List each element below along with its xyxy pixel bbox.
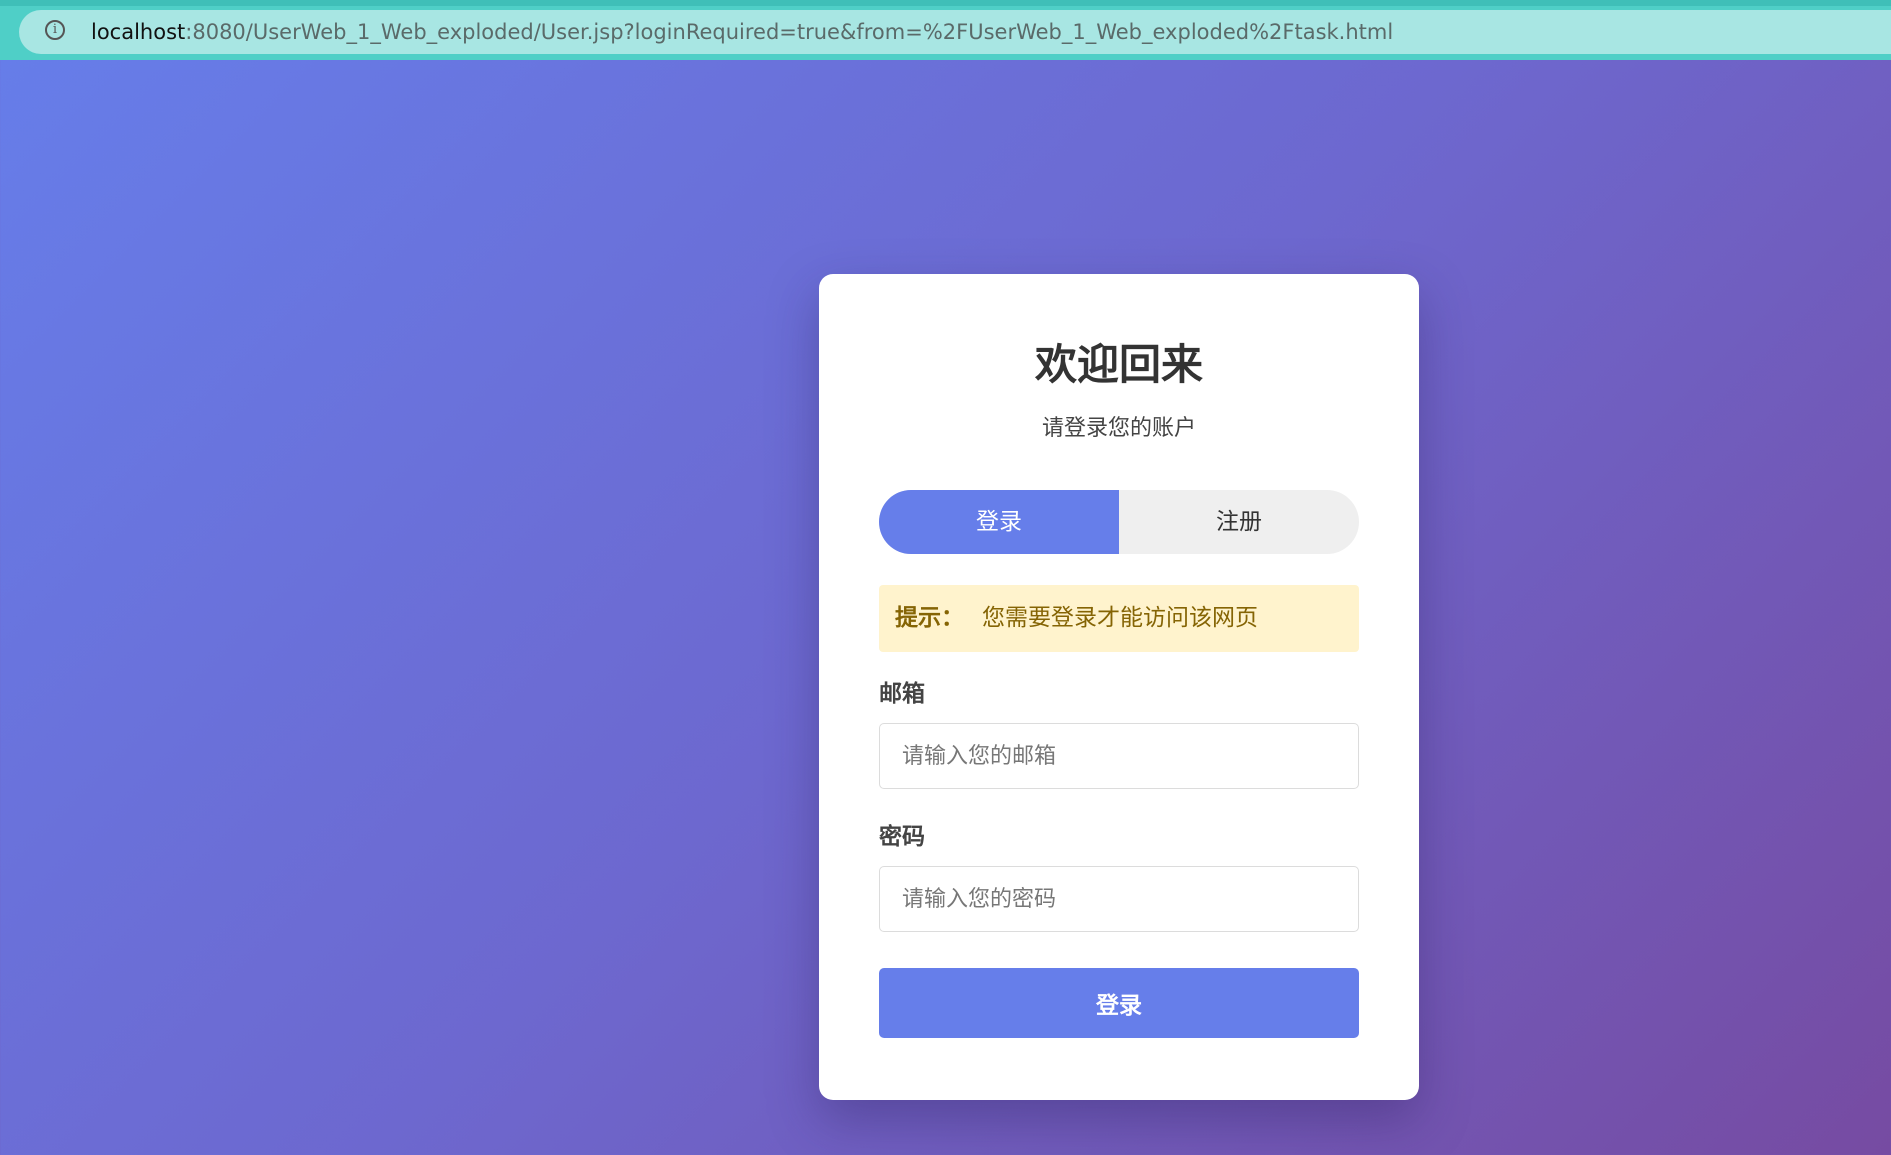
- browser-toolbar: i localhost:8080/UserWeb_1_Web_exploded/…: [0, 0, 1891, 60]
- login-required-notice: 提示： 您需要登录才能访问该网页: [879, 585, 1359, 652]
- tab-login[interactable]: 登录: [879, 490, 1119, 554]
- page-title: 欢迎回来: [1034, 340, 1203, 389]
- tab-strip: [0, 0, 1891, 6]
- page-subtitle: 请登录您的账户: [1041, 416, 1196, 441]
- url-host: localhost: [91, 20, 186, 44]
- notice-label: 提示：: [895, 605, 964, 631]
- tab-register[interactable]: 注册: [1119, 490, 1359, 554]
- notice-message: 您需要登录才能访问该网页: [982, 605, 1258, 631]
- address-bar[interactable]: i localhost:8080/UserWeb_1_Web_exploded/…: [19, 10, 1891, 54]
- url-path: :8080/UserWeb_1_Web_exploded/User.jsp?lo…: [185, 20, 1394, 44]
- password-field[interactable]: [879, 866, 1359, 932]
- url-text[interactable]: localhost:8080/UserWeb_1_Web_exploded/Us…: [91, 20, 1393, 44]
- password-label: 密码: [879, 824, 925, 850]
- login-card: 欢迎回来 请登录您的账户 登录 注册 提示： 您需要登录才能访问该网页 邮箱 密码…: [819, 274, 1419, 1100]
- auth-tabs: 登录 注册: [879, 490, 1359, 554]
- email-field[interactable]: [879, 723, 1359, 789]
- login-submit-button[interactable]: 登录: [879, 968, 1359, 1038]
- info-circle-icon[interactable]: i: [45, 20, 65, 40]
- email-label: 邮箱: [879, 681, 925, 707]
